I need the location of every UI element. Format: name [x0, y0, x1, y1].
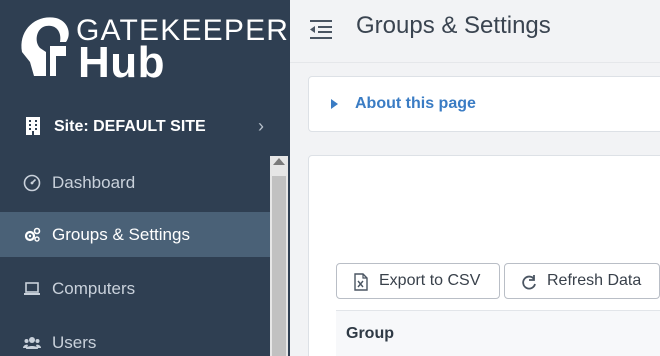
sidebar-item-label: Dashboard — [52, 172, 136, 192]
gatekeeper-logo[interactable]: GATEKEEPER Hub — [16, 12, 288, 87]
export-csv-button[interactable]: Export to CSV — [336, 263, 500, 299]
building-icon — [26, 117, 40, 135]
site-selector[interactable]: Site: DEFAULT SITE › — [0, 108, 290, 146]
laptop-icon — [22, 279, 42, 299]
about-toggle-link[interactable]: About this page — [355, 95, 476, 113]
sidebar-item-label: Users — [52, 332, 97, 352]
table-header: Group — [336, 310, 660, 356]
sidebar-item-groups-settings[interactable]: Groups & Settings — [0, 212, 270, 257]
refresh-data-button[interactable]: Refresh Data — [504, 263, 660, 299]
helmet-logo-icon — [21, 17, 69, 76]
sidebar-item-label: Groups & Settings — [52, 224, 190, 244]
users-icon — [22, 333, 42, 353]
dashboard-icon — [22, 173, 42, 193]
header-divider — [290, 62, 660, 63]
refresh-data-label: Refresh Data — [547, 272, 642, 289]
sidebar-nav: Dashboard Groups & Settings Computers Us… — [0, 156, 270, 356]
chevron-right-icon: › — [258, 116, 264, 136]
cogs-icon — [22, 225, 42, 245]
file-csv-icon — [354, 273, 368, 291]
sidebar-scrollbar[interactable] — [270, 156, 288, 356]
caret-right-icon — [331, 99, 338, 109]
export-csv-label: Export to CSV — [379, 272, 481, 289]
menu-collapse-icon[interactable] — [308, 18, 334, 40]
scrollbar-thumb[interactable] — [272, 176, 286, 356]
sidebar-item-users[interactable]: Users — [0, 320, 270, 356]
sidebar-item-computers[interactable]: Computers — [0, 266, 270, 311]
brand-sub: Hub — [78, 38, 166, 87]
topbar: Groups & Settings — [290, 0, 660, 58]
sidebar-item-label: Computers — [52, 278, 136, 298]
refresh-icon — [522, 275, 536, 290]
page-title: Groups & Settings — [356, 12, 551, 39]
scroll-up-arrow-icon[interactable] — [273, 158, 285, 165]
about-panel[interactable]: About this page — [308, 76, 660, 132]
sidebar-item-dashboard[interactable]: Dashboard — [0, 160, 270, 205]
sidebar: GATEKEEPER Hub Site: DEFAULT SITE › Dash… — [0, 0, 290, 356]
site-label: Site: DEFAULT SITE — [54, 118, 206, 135]
column-header-group[interactable]: Group — [346, 325, 394, 343]
